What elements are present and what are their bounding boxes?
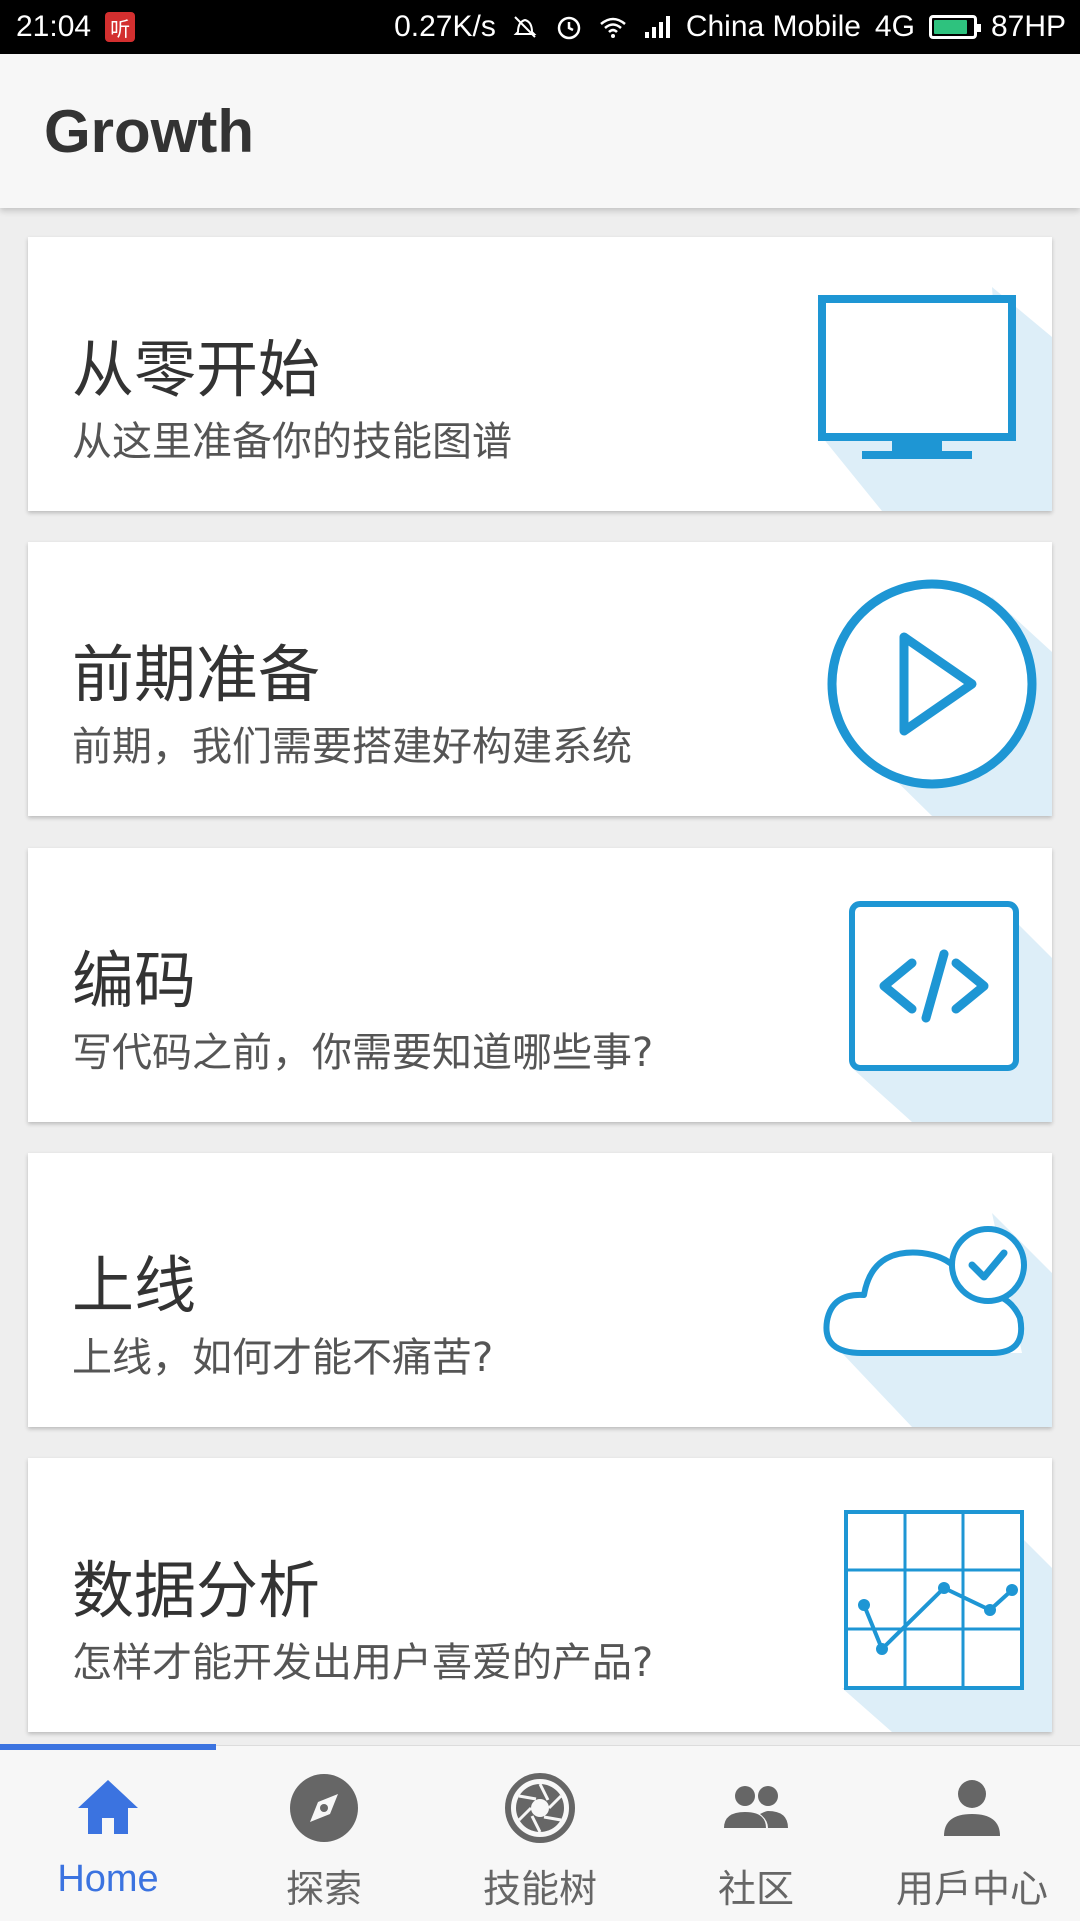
nav-tab-home[interactable]: Home bbox=[0, 1746, 216, 1921]
status-bar: 21:04 听 0.27K/s China Mobile 4G 87HP bbox=[0, 0, 1080, 54]
aperture-icon bbox=[505, 1773, 575, 1843]
nav-label: 探索 bbox=[285, 1867, 362, 1911]
active-tab-indicator bbox=[0, 1744, 216, 1750]
nav-tab-community[interactable]: 社区 bbox=[648, 1746, 864, 1921]
wifi-icon bbox=[600, 17, 626, 38]
app-bar: Growth bbox=[0, 54, 1080, 208]
battery-level: 87HP bbox=[990, 10, 1066, 43]
alarm-icon bbox=[557, 16, 581, 40]
card-subtitle: 前期，我们需要搭建好构建系统 bbox=[72, 724, 632, 770]
group-icon bbox=[724, 1786, 788, 1828]
cloud-check-icon bbox=[823, 1213, 1052, 1427]
page-title: Growth bbox=[44, 97, 254, 165]
nav-label: 社区 bbox=[717, 1867, 794, 1911]
bottom-navigation: Home 探索 技能树 社区 用戶中心 bbox=[0, 1744, 1080, 1921]
signal-icon bbox=[644, 16, 670, 38]
nav-tab-skill-tree[interactable]: 技能树 bbox=[432, 1746, 648, 1921]
card-title: 上线 bbox=[72, 1249, 197, 1322]
card-title: 数据分析 bbox=[72, 1554, 321, 1627]
compass-icon bbox=[290, 1774, 358, 1842]
network-type: 4G bbox=[874, 10, 915, 43]
app-notification-icon: 听 bbox=[105, 12, 136, 42]
nav-label: 用戶中心 bbox=[895, 1867, 1048, 1911]
nav-tab-user-center[interactable]: 用戶中心 bbox=[864, 1746, 1080, 1921]
card-data-analysis[interactable]: 数据分析 怎样才能开发出用户喜爱的产品? bbox=[28, 1458, 1052, 1732]
monitor-icon bbox=[818, 287, 1052, 511]
carrier-name: China Mobile bbox=[685, 10, 861, 43]
nav-label: 技能树 bbox=[482, 1867, 597, 1911]
card-preparation[interactable]: 前期准备 前期，我们需要搭建好构建系统 bbox=[28, 542, 1052, 816]
home-icon bbox=[78, 1780, 138, 1834]
status-time: 21:04 bbox=[16, 10, 92, 43]
nav-tab-explore[interactable]: 探索 bbox=[216, 1746, 432, 1921]
chart-grid-icon bbox=[842, 1510, 1052, 1732]
vibrate-off-icon bbox=[513, 16, 537, 38]
net-speed: 0.27K/s bbox=[394, 10, 496, 43]
card-title: 从零开始 bbox=[72, 333, 321, 406]
card-title: 编码 bbox=[72, 944, 197, 1017]
card-coding[interactable]: 编码 写代码之前，你需要知道哪些事? bbox=[28, 848, 1052, 1122]
battery-icon bbox=[928, 15, 981, 39]
person-icon bbox=[944, 1780, 1000, 1836]
card-title: 前期准备 bbox=[72, 638, 321, 711]
play-circle-icon bbox=[827, 579, 1052, 816]
card-subtitle: 从这里准备你的技能图谱 bbox=[72, 419, 512, 465]
nav-label: Home bbox=[57, 1858, 159, 1900]
card-subtitle: 写代码之前，你需要知道哪些事? bbox=[72, 1030, 654, 1076]
code-icon bbox=[849, 901, 1052, 1122]
card-from-zero[interactable]: 从零开始 从这里准备你的技能图谱 bbox=[28, 237, 1052, 511]
card-subtitle: 怎样才能开发出用户喜爱的产品? bbox=[72, 1640, 654, 1686]
card-subtitle: 上线，如何才能不痛苦? bbox=[72, 1335, 494, 1381]
card-launch[interactable]: 上线 上线，如何才能不痛苦? bbox=[28, 1153, 1052, 1427]
